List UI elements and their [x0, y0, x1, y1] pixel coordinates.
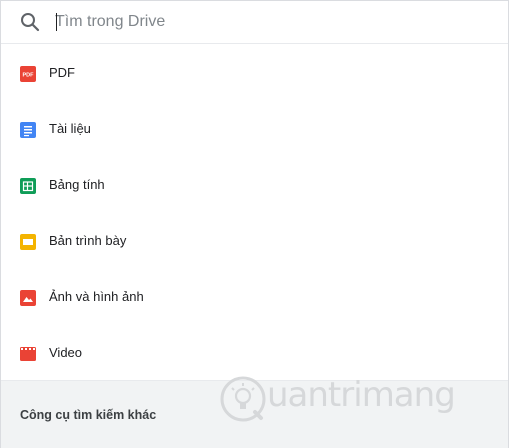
type-item-docs[interactable]: Tài liệu — [1, 101, 508, 157]
watermark-logo: uantrimang — [219, 373, 456, 425]
video-icon — [20, 347, 36, 361]
pdf-icon: PDF — [20, 66, 36, 82]
docs-icon — [20, 122, 36, 138]
more-search-tools-link[interactable]: Công cụ tìm kiếm khác — [20, 408, 156, 422]
type-label: Bản trình bày — [49, 233, 127, 248]
search-bar — [1, 1, 508, 44]
type-item-slides[interactable]: Bản trình bày — [1, 213, 508, 269]
type-item-pdf[interactable]: PDF PDF — [1, 45, 508, 101]
watermark-text: uantrimang — [267, 375, 456, 415]
search-input[interactable] — [55, 8, 475, 36]
type-item-sheets[interactable]: Bảng tính — [1, 157, 508, 213]
type-label: Bảng tính — [49, 177, 105, 192]
watermark-bulb-icon — [220, 376, 266, 422]
search-dropdown-panel: PDF PDF Tài liệu Bảng tính — [0, 0, 509, 448]
type-label: PDF — [49, 65, 75, 80]
sheets-icon — [20, 178, 36, 194]
file-type-list: PDF PDF Tài liệu Bảng tính Bản trình bày… — [1, 45, 508, 381]
type-label: Video — [49, 345, 83, 360]
type-label: Ảnh và hình ảnh — [49, 289, 144, 304]
search-icon[interactable] — [18, 10, 42, 34]
image-icon — [20, 290, 36, 306]
text-caret — [56, 13, 57, 31]
type-item-images[interactable]: Ảnh và hình ảnh — [1, 269, 508, 325]
slides-icon — [20, 234, 36, 250]
svg-text:PDF: PDF — [23, 73, 35, 79]
type-label: Tài liệu — [49, 121, 91, 136]
